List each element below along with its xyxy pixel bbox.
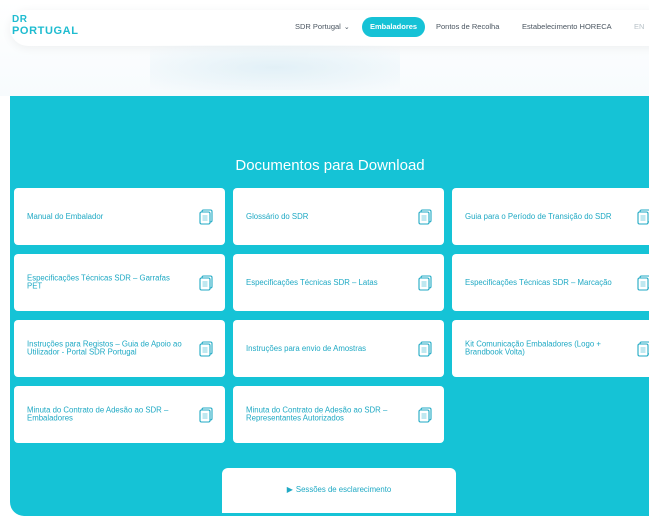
play-icon: ▶ [286, 485, 293, 494]
document-card[interactable]: Especificações Técnicas SDR – Latas [233, 254, 444, 311]
document-card-label: Minuta do Contrato de Adesão ao SDR – Em… [27, 405, 169, 423]
document-icon[interactable] [199, 340, 213, 357]
document-card[interactable]: Kit Comunicação Embaladores (Logo + Bran… [452, 320, 649, 377]
document-card-label: Manual do Embalador [27, 211, 104, 221]
document-card-label: Minuta do Contrato de Adesão ao SDR – Re… [246, 405, 388, 423]
document-card[interactable]: Especificações Técnicas SDR – Marcação [452, 254, 649, 311]
document-card[interactable]: Especificações Técnicas SDR – Garrafas P… [14, 254, 225, 311]
language-switch[interactable]: EN [634, 18, 644, 36]
header-glow [150, 45, 400, 90]
nav-item-label: SDR Portugal [295, 22, 341, 31]
nav-item-pontos-de-recolha[interactable]: Pontos de Recolha [436, 18, 499, 36]
document-card-label: Kit Comunicação Embaladores (Logo + Bran… [465, 339, 601, 357]
document-card[interactable]: Guia para o Período de Transição do SDR [452, 188, 649, 245]
main-nav: SDR Portugal ⌄ Embaladores Pontos de Reco… [0, 17, 649, 37]
document-card-label: Especificações Técnicas SDR – Latas [246, 277, 378, 287]
document-icon[interactable] [418, 406, 432, 423]
document-card[interactable]: Minuta do Contrato de Adesão ao SDR – Re… [233, 386, 444, 443]
site-header: DR PORTUGAL SDR Portugal ⌄ Embaladores Po… [0, 0, 649, 96]
document-card[interactable]: Minuta do Contrato de Adesão ao SDR – Em… [14, 386, 225, 443]
document-icon[interactable] [418, 274, 432, 291]
document-icon[interactable] [637, 340, 649, 357]
sessions-button-label: Sessões de esclarecimento [295, 485, 392, 494]
document-card-label: Guia para o Período de Transição do SDR [465, 211, 612, 221]
document-card[interactable]: Instruções para Registos – Guia de Apoio… [14, 320, 225, 377]
nav-item-estabelecimento-horeca[interactable]: Estabelecimento HORECA [522, 18, 612, 36]
document-icon[interactable] [199, 208, 213, 225]
document-card[interactable]: Instruções para envio de Amostras [233, 320, 444, 377]
section-title: Documentos para Download [235, 157, 425, 174]
document-icon[interactable] [637, 208, 649, 225]
document-card-label: Especificações Técnicas SDR – Marcação [465, 277, 612, 287]
nav-item-sdr-portugal[interactable]: SDR Portugal ⌄ [295, 18, 350, 37]
document-card-label: Especificações Técnicas SDR – Garrafas P… [27, 273, 170, 291]
nav-item-embaladores[interactable]: Embaladores [362, 17, 426, 37]
sessions-button[interactable]: ▶ Sessões de esclarecimento [222, 468, 456, 513]
document-card-label: Instruções para envio de Amostras [246, 343, 367, 353]
document-icon[interactable] [199, 274, 213, 291]
document-card-label: Instruções para Registos – Guia de Apoio… [27, 339, 182, 357]
document-icon[interactable] [199, 406, 213, 423]
document-icon[interactable] [418, 208, 432, 225]
document-icon[interactable] [418, 340, 432, 357]
document-card[interactable]: Glossário do SDR [233, 188, 444, 245]
chevron-down-icon: ⌄ [343, 24, 350, 31]
document-icon[interactable] [637, 274, 649, 291]
document-card-label: Glossário do SDR [246, 211, 309, 221]
document-card[interactable]: Manual do Embalador [14, 188, 225, 245]
sessions-button-content: ▶ Sessões de esclarecimento [222, 485, 456, 495]
